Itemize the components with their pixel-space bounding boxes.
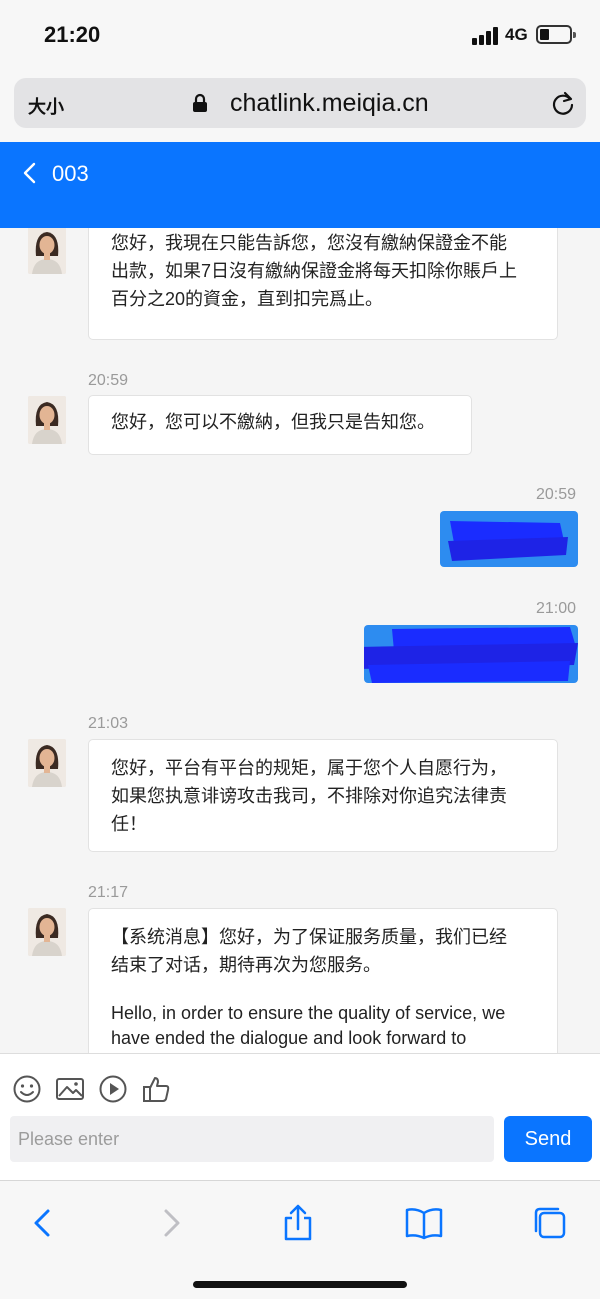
agent-avatar [28, 228, 66, 274]
home-indicator [193, 1281, 407, 1288]
text-size-button[interactable]: 大小 [28, 93, 64, 119]
message-bubble: 【系统消息】您好，为了保证服务质量，我们已经 结束了对话，期待再次为您服务。 H… [88, 908, 558, 1053]
network-label: 4G [505, 25, 528, 44]
browser-toolbar [0, 1180, 600, 1299]
message-line: have ended the dialogue and look forward… [111, 1028, 467, 1048]
emoji-icon[interactable] [12, 1074, 42, 1104]
status-bar: 21:20 4G [0, 0, 600, 72]
forward-icon[interactable] [150, 1203, 190, 1243]
agent-avatar [28, 908, 66, 956]
user-message-bubble-redacted [440, 511, 578, 567]
agent-avatar [28, 396, 66, 444]
message-line: 【系统消息】您好，为了保证服务质量，我们已经 [111, 927, 507, 947]
message-time: 21:17 [88, 884, 129, 901]
message-line: 您好，平台有平台的规矩，属于您个人自愿行为， [111, 758, 507, 778]
message-bubble: 您好，我現在只能告訴您，您沒有繳納保證金不能 出款，如果7日沒有繳納保證金將每天… [88, 228, 558, 340]
back-chevron-icon[interactable] [22, 162, 36, 184]
address-bar[interactable]: 大小 chatlink.meiqia.cn [14, 78, 586, 128]
message-line: 结束了对话，期待再次为您服务。 [111, 955, 381, 975]
lock-icon [193, 93, 207, 112]
message-line: Hello, in order to ensure the quality of… [111, 1003, 506, 1023]
message-line: 出款，如果7日沒有繳納保證金將每天扣除你賬戶上 [111, 261, 518, 281]
message-time: 20:59 [536, 486, 577, 503]
message-time: 21:03 [88, 715, 129, 732]
message-time: 20:59 [88, 372, 129, 389]
url-text[interactable]: chatlink.meiqia.cn [230, 89, 429, 118]
chat-header: 003 [0, 142, 600, 228]
signal-icon [472, 27, 500, 45]
reload-icon[interactable] [550, 90, 576, 116]
message-bubble: 您好，平台有平台的规矩，属于您个人自愿行为， 如果您执意诽谤攻击我司，不排除对你… [88, 739, 558, 852]
message-line: 任！ [111, 814, 147, 834]
play-icon[interactable] [98, 1074, 128, 1104]
send-button[interactable]: Send [504, 1116, 592, 1162]
image-icon[interactable] [55, 1074, 85, 1104]
tabs-icon[interactable] [530, 1203, 570, 1243]
message-line: 您好，您可以不繳納，但我只是告知您。 [111, 412, 435, 432]
user-message-bubble-redacted [364, 625, 578, 683]
chat-page: 21:20 4G 大小 chatlink.meiqia.cn 003 您好，我現… [0, 0, 600, 1299]
message-line: 如果您执意诽谤攻击我司，不排除对你追究法律责 [111, 786, 507, 806]
message-line: 百分之20的資金，直到扣完爲止。 [111, 289, 384, 309]
status-time: 21:20 [44, 22, 101, 47]
message-time: 21:00 [536, 600, 577, 617]
message-bubble: 您好，您可以不繳納，但我只是告知您。 [88, 395, 472, 455]
redaction-scribble [364, 627, 578, 683]
message-line: 您好，我現在只能告訴您，您沒有繳納保證金不能 [111, 233, 507, 253]
chat-messages[interactable]: 您好，我現在只能告訴您，您沒有繳納保證金不能 出款，如果7日沒有繳納保證金將每天… [0, 228, 600, 1053]
composer: Send [0, 1053, 600, 1180]
bookmarks-icon[interactable] [404, 1203, 444, 1243]
battery-icon [536, 25, 576, 44]
browser-address-area: 大小 chatlink.meiqia.cn [0, 72, 600, 142]
agent-avatar [28, 739, 66, 787]
message-input[interactable] [10, 1116, 494, 1162]
chat-title: 003 [52, 161, 89, 186]
back-icon[interactable] [24, 1203, 64, 1243]
thumbs-up-icon[interactable] [141, 1074, 171, 1104]
redaction-scribble [448, 521, 568, 561]
share-icon[interactable] [278, 1203, 318, 1243]
